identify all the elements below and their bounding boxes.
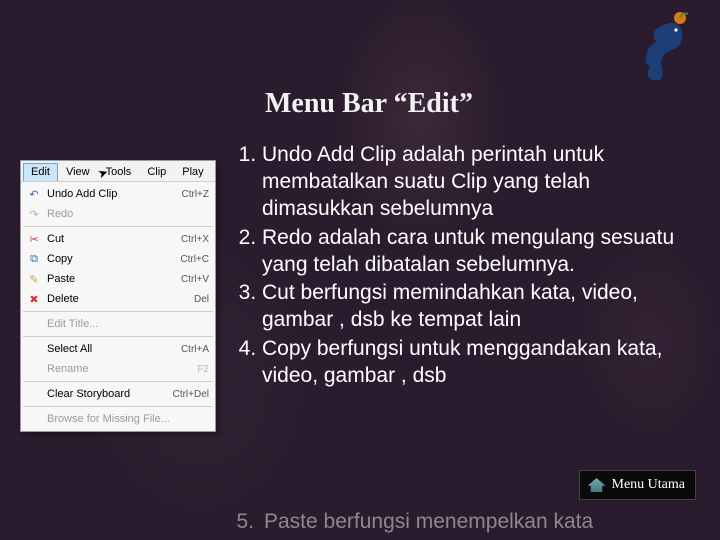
menu-item-redo: ↷Redo [21, 204, 215, 224]
menu-item-paste[interactable]: ✎PasteCtrl+V [21, 269, 215, 289]
blank-icon [25, 362, 43, 376]
delete-icon: ✖ [25, 292, 43, 306]
menu-item-shortcut: Ctrl+C [174, 254, 209, 265]
menu-item-label: Undo Add Clip [43, 188, 176, 200]
home-button[interactable]: Menu Utama [579, 470, 696, 500]
list-item: Redo adalah cara untuk mengulang sesuatu… [262, 225, 702, 279]
menubar-item-play[interactable]: Play [174, 163, 211, 181]
menu-item-label: Copy [43, 253, 174, 265]
home-button-label: Menu Utama [612, 477, 685, 493]
paste-icon: ✎ [25, 272, 43, 286]
menu-separator [23, 381, 213, 382]
menu-item-copy[interactable]: ⧉CopyCtrl+C [21, 249, 215, 269]
menu-item-label: Cut [43, 233, 175, 245]
menu-separator [23, 226, 213, 227]
menu-item-shortcut: Del [188, 294, 209, 305]
menu-item-label: Clear Storyboard [43, 388, 167, 400]
menu-item-rename: RenameF2 [21, 359, 215, 379]
menu-separator [23, 311, 213, 312]
cutoff-item: 5.Paste berfungsi menempelkan kata [222, 510, 593, 534]
menu-item-label: Paste [43, 273, 175, 285]
edit-dropdown: ↶Undo Add ClipCtrl+Z↷Redo✂CutCtrl+X⧉Copy… [21, 182, 215, 431]
menu-item-undo-add-clip[interactable]: ↶Undo Add ClipCtrl+Z [21, 184, 215, 204]
list-item: Copy berfungsi untuk menggandakan kata, … [262, 336, 702, 390]
menu-item-shortcut: Ctrl+Z [176, 189, 210, 200]
menu-item-label: Redo [43, 208, 203, 220]
menu-item-shortcut: Ctrl+Del [167, 389, 209, 400]
redo-icon: ↷ [25, 207, 43, 221]
undo-icon: ↶ [25, 187, 43, 201]
menu-item-shortcut: F2 [191, 364, 209, 375]
blank-icon [25, 412, 43, 426]
menu-item-label: Browse for Missing File... [43, 413, 203, 425]
menu-item-label: Delete [43, 293, 188, 305]
menubar: EditViewToolsClipPlay [21, 161, 215, 182]
menu-separator [23, 406, 213, 407]
blank-icon [25, 342, 43, 356]
seahorse-icon [636, 10, 696, 82]
cut-icon: ✂ [25, 232, 43, 246]
menu-item-shortcut: Ctrl+A [175, 344, 209, 355]
menu-item-clear-storyboard[interactable]: Clear StoryboardCtrl+Del [21, 384, 215, 404]
menu-item-label: Select All [43, 343, 175, 355]
menu-separator [23, 336, 213, 337]
home-icon [588, 478, 606, 492]
blank-icon [25, 387, 43, 401]
explanation-list: Undo Add Clip adalah perintah untuk memb… [222, 142, 702, 392]
menu-item-shortcut: Ctrl+V [175, 274, 209, 285]
list-item: Undo Add Clip adalah perintah untuk memb… [262, 142, 702, 223]
menu-item-delete[interactable]: ✖DeleteDel [21, 289, 215, 309]
menu-item-cut[interactable]: ✂CutCtrl+X [21, 229, 215, 249]
page-title: Menu Bar “Edit” [265, 88, 473, 120]
menu-item-browse-for-missing-file: Browse for Missing File... [21, 409, 215, 429]
menu-item-label: Edit Title... [43, 318, 203, 330]
menu-item-select-all[interactable]: Select AllCtrl+A [21, 339, 215, 359]
blank-icon [25, 317, 43, 331]
menu-item-label: Rename [43, 363, 191, 375]
menu-item-edit-title: Edit Title... [21, 314, 215, 334]
copy-icon: ⧉ [25, 252, 43, 266]
menu-item-shortcut: Ctrl+X [175, 234, 209, 245]
menubar-item-view[interactable]: View [58, 163, 98, 181]
menubar-item-edit[interactable]: Edit [23, 163, 58, 181]
list-item: Cut berfungsi memindahkan kata, video, g… [262, 280, 702, 334]
menubar-item-clip[interactable]: Clip [139, 163, 174, 181]
edit-menu-screenshot: EditViewToolsClipPlay ↶Undo Add ClipCtrl… [20, 160, 216, 432]
